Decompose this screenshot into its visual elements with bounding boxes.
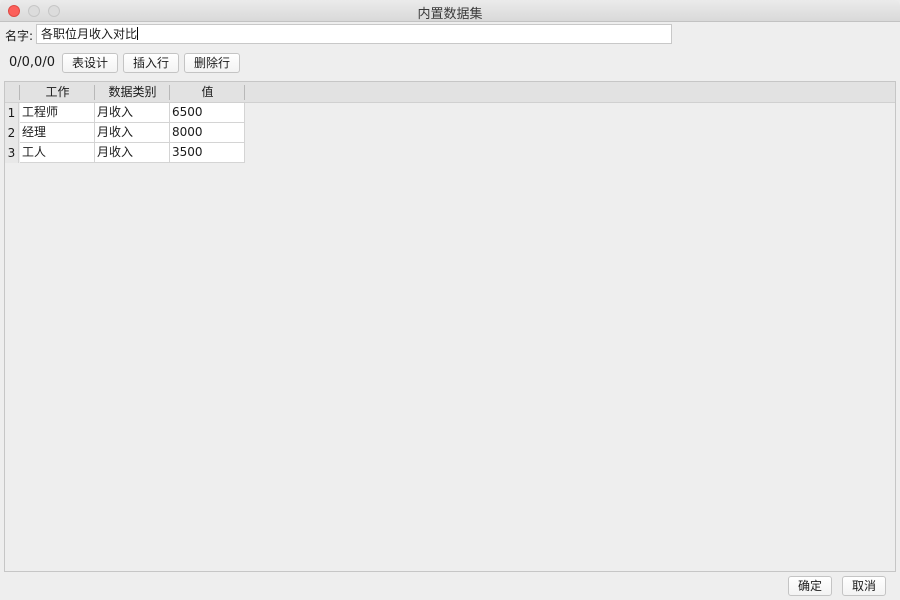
text-caret <box>137 27 139 40</box>
cell-category[interactable]: 月收入 <box>95 103 170 123</box>
table-row: 1 工程师 月收入 6500 <box>5 103 245 123</box>
column-header-category[interactable]: 数据类别 <box>94 85 170 100</box>
title-bar[interactable]: 内置数据集 <box>0 0 900 22</box>
row-number: 2 <box>5 123 19 143</box>
table-header: 工作 数据类别 值 <box>5 82 895 103</box>
cell-value[interactable]: 8000 <box>170 123 245 143</box>
cell-job[interactable]: 经理 <box>20 123 95 143</box>
cancel-button[interactable]: 取消 <box>842 576 886 596</box>
name-input-value: 各职位月收入对比 <box>41 27 138 41</box>
window-title: 内置数据集 <box>417 7 483 22</box>
cell-category[interactable]: 月收入 <box>95 143 170 163</box>
row-number: 3 <box>5 143 19 163</box>
column-header-job[interactable]: 工作 <box>19 85 95 100</box>
row-number: 1 <box>5 103 19 123</box>
insert-row-button[interactable]: 插入行 <box>123 53 179 73</box>
cell-value[interactable]: 3500 <box>170 143 245 163</box>
cell-value[interactable]: 6500 <box>170 103 245 123</box>
dialog-window: 内置数据集 名字: 各职位月收入对比 0/0,0/0 表设计 插入行 删除行 工… <box>0 0 900 600</box>
column-header-divider <box>244 85 245 100</box>
column-header-value[interactable]: 值 <box>169 85 245 100</box>
data-table[interactable]: 工作 数据类别 值 1 工程师 月收入 6500 2 经理 月收入 8000 3… <box>4 81 896 572</box>
cell-category[interactable]: 月收入 <box>95 123 170 143</box>
delete-row-button[interactable]: 删除行 <box>184 53 240 73</box>
table-row: 2 经理 月收入 8000 <box>5 123 245 143</box>
ok-button[interactable]: 确定 <box>788 576 832 596</box>
cell-job[interactable]: 工人 <box>20 143 95 163</box>
table-row: 3 工人 月收入 3500 <box>5 143 245 163</box>
cell-job[interactable]: 工程师 <box>20 103 95 123</box>
table-design-button[interactable]: 表设计 <box>62 53 118 73</box>
name-label: 名字: <box>5 29 34 43</box>
position-indicator: 0/0,0/0 <box>9 55 55 70</box>
name-input[interactable]: 各职位月收入对比 <box>36 24 672 44</box>
